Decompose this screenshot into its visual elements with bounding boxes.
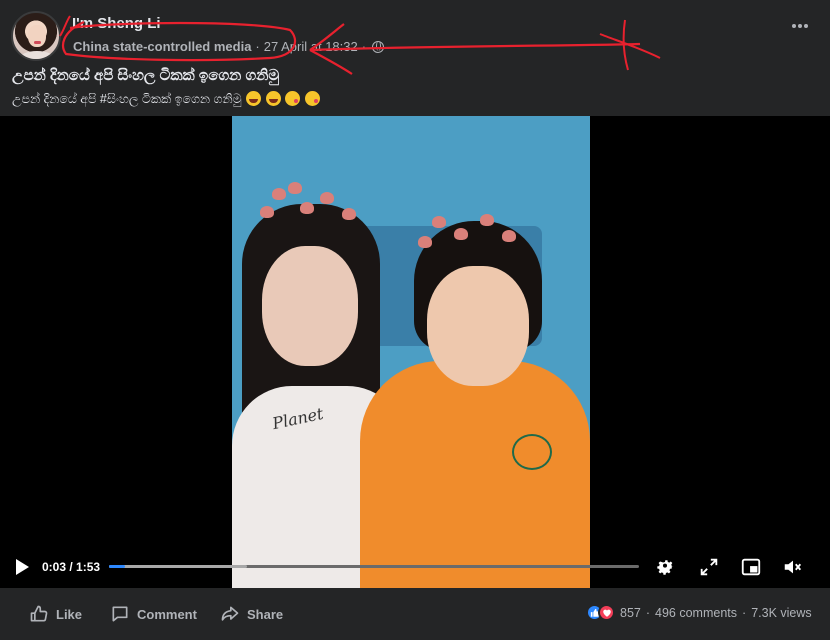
page-name[interactable]: I'm Sheng Li: [72, 15, 161, 32]
video-controls: 0:03 / 1:53: [0, 553, 830, 583]
duration: 1:53: [76, 560, 101, 574]
caption-text: උපන් දිනයේ අපි #සිංහල ටිකක් ඉගෙන ගනිමු: [12, 92, 242, 106]
globe-icon: [372, 40, 385, 53]
thumbs-up-icon: [30, 605, 48, 622]
annotation-tick: [59, 15, 71, 37]
share-label: Share: [247, 606, 284, 622]
comment-button[interactable]: Comment: [110, 604, 197, 624]
share-button[interactable]: Share: [220, 604, 283, 624]
play-icon[interactable]: [16, 559, 29, 575]
post-caption: උපන් දිනයේ අපි #සිංහල ටිකක් ඉගෙන ගනිමු: [12, 91, 320, 107]
pip-icon[interactable]: [740, 556, 762, 578]
dot-icon: [804, 24, 808, 28]
meta-separator-2: ·: [361, 39, 367, 54]
volume-muted-icon[interactable]: [782, 556, 804, 578]
comment-label: Comment: [137, 606, 197, 622]
post-timestamp[interactable]: 27 April at 18:32: [264, 39, 358, 54]
dot-separator: ·: [645, 605, 651, 620]
dot-icon: [792, 24, 796, 28]
love-reaction-icon[interactable]: [598, 604, 615, 621]
reaction-summary: 857 · 496 comments · 7.3K views: [586, 604, 812, 621]
grinning-emoji-icon: [246, 91, 262, 106]
comments-count[interactable]: 496 comments: [655, 606, 737, 620]
video-frame[interactable]: Planet: [232, 116, 590, 588]
share-icon: [221, 606, 239, 621]
kissing-emoji-icon: [304, 91, 320, 106]
grinning-emoji-icon: [265, 91, 281, 106]
video-time: 0:03 / 1:53: [42, 560, 100, 574]
reaction-count[interactable]: 857: [620, 606, 641, 620]
meta-separator: ·: [255, 39, 260, 54]
time-separator: /: [66, 560, 77, 574]
annotation-cross: [599, 19, 661, 71]
buffer-bar: [109, 565, 247, 568]
more-options-button[interactable]: [788, 14, 812, 38]
post-footer: Like Comment Share 857 · 496 comments ·: [0, 588, 830, 640]
comment-icon: [112, 606, 128, 622]
like-button[interactable]: Like: [29, 604, 82, 624]
profile-avatar[interactable]: [11, 11, 61, 61]
post-card: I'm Sheng Li China state-controlled medi…: [0, 0, 830, 640]
state-media-label[interactable]: China state-controlled media: [73, 39, 251, 54]
dot-separator: ·: [742, 605, 747, 620]
views-count: 7.3K views: [751, 605, 812, 620]
gear-icon[interactable]: [654, 556, 676, 578]
fullscreen-icon[interactable]: [698, 556, 720, 578]
current-time: 0:03: [42, 560, 67, 574]
played-bar: [109, 565, 125, 568]
kissing-emoji-icon: [285, 91, 301, 106]
video-player[interactable]: Planet 0:03 / 1:53: [0, 116, 830, 588]
post-title: උපන් දිනයේ අපි සිංහල ටිකක් ඉගෙන ගනිමු: [12, 67, 280, 84]
like-label: Like: [56, 606, 83, 622]
dot-icon: [798, 24, 802, 28]
progress-bar[interactable]: [109, 565, 639, 568]
post-meta: China state-controlled media · 27 April …: [73, 39, 385, 54]
